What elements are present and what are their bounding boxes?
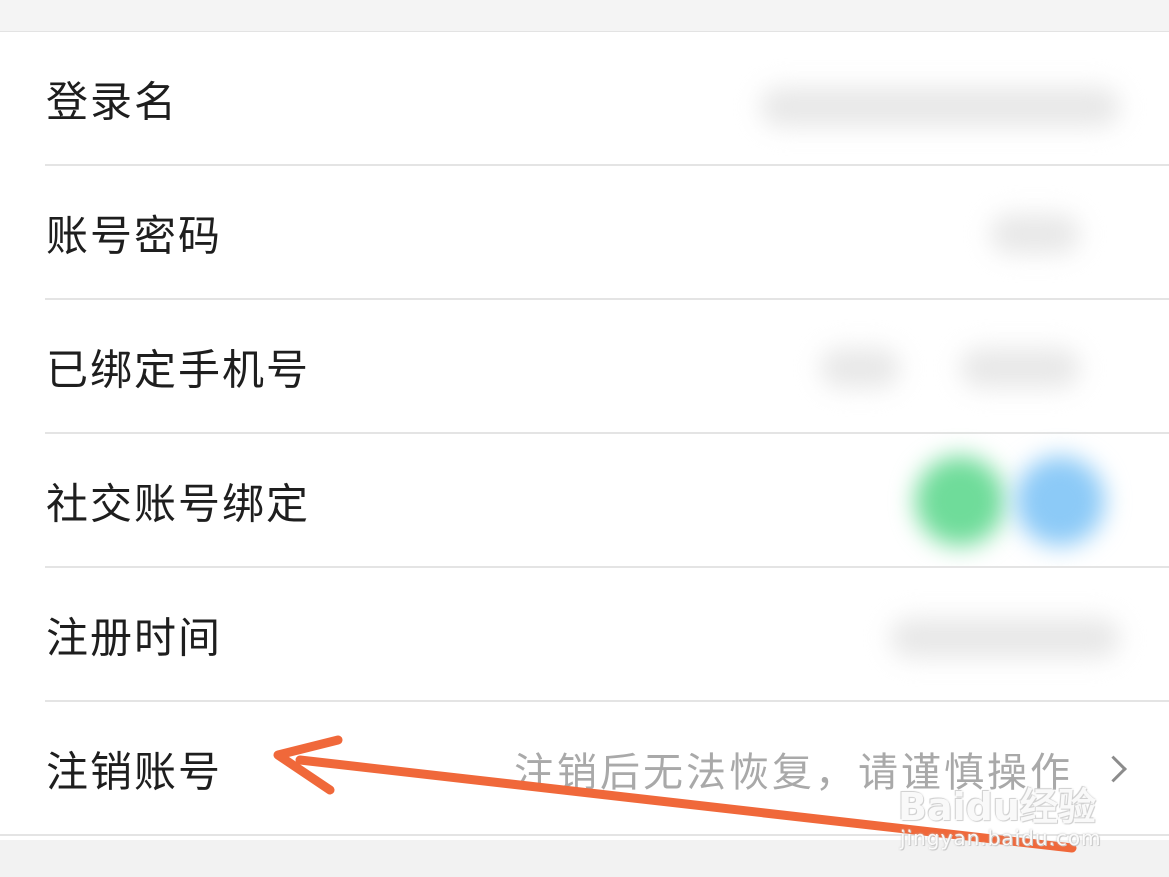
row-label: 社交账号绑定 [46, 479, 311, 529]
row-label: 登录名 [46, 77, 179, 127]
account-settings-list: 登录名 账号密码 已绑定手机号 社交账号绑定 注册时间 注销账号 注销后无法恢复… [0, 32, 1169, 836]
row-social-binding[interactable]: 社交账号绑定 [0, 434, 1169, 568]
phone-value-blurred [820, 348, 900, 388]
row-login-name[interactable]: 登录名 [0, 32, 1169, 166]
row-label: 已绑定手机号 [46, 345, 311, 395]
baidu-watermark-logo: Baidu经验 [898, 785, 1096, 829]
qq-icon[interactable] [1015, 456, 1105, 546]
phone-value-blurred [960, 348, 1080, 388]
row-label: 注销账号 [46, 747, 223, 797]
register-time-value-blurred [890, 618, 1120, 658]
top-bar [0, 0, 1169, 32]
wechat-icon[interactable] [915, 456, 1005, 546]
password-value-blurred [990, 214, 1080, 254]
row-register-time[interactable]: 注册时间 [0, 568, 1169, 702]
row-bound-phone[interactable]: 已绑定手机号 [0, 300, 1169, 434]
row-label: 注册时间 [46, 613, 223, 663]
row-password[interactable]: 账号密码 [0, 166, 1169, 300]
row-label: 账号密码 [46, 211, 223, 261]
chevron-right-icon [1100, 755, 1127, 783]
baidu-watermark-url: jingyan.baidu.com [900, 826, 1102, 850]
login-name-value-blurred [760, 87, 1120, 127]
